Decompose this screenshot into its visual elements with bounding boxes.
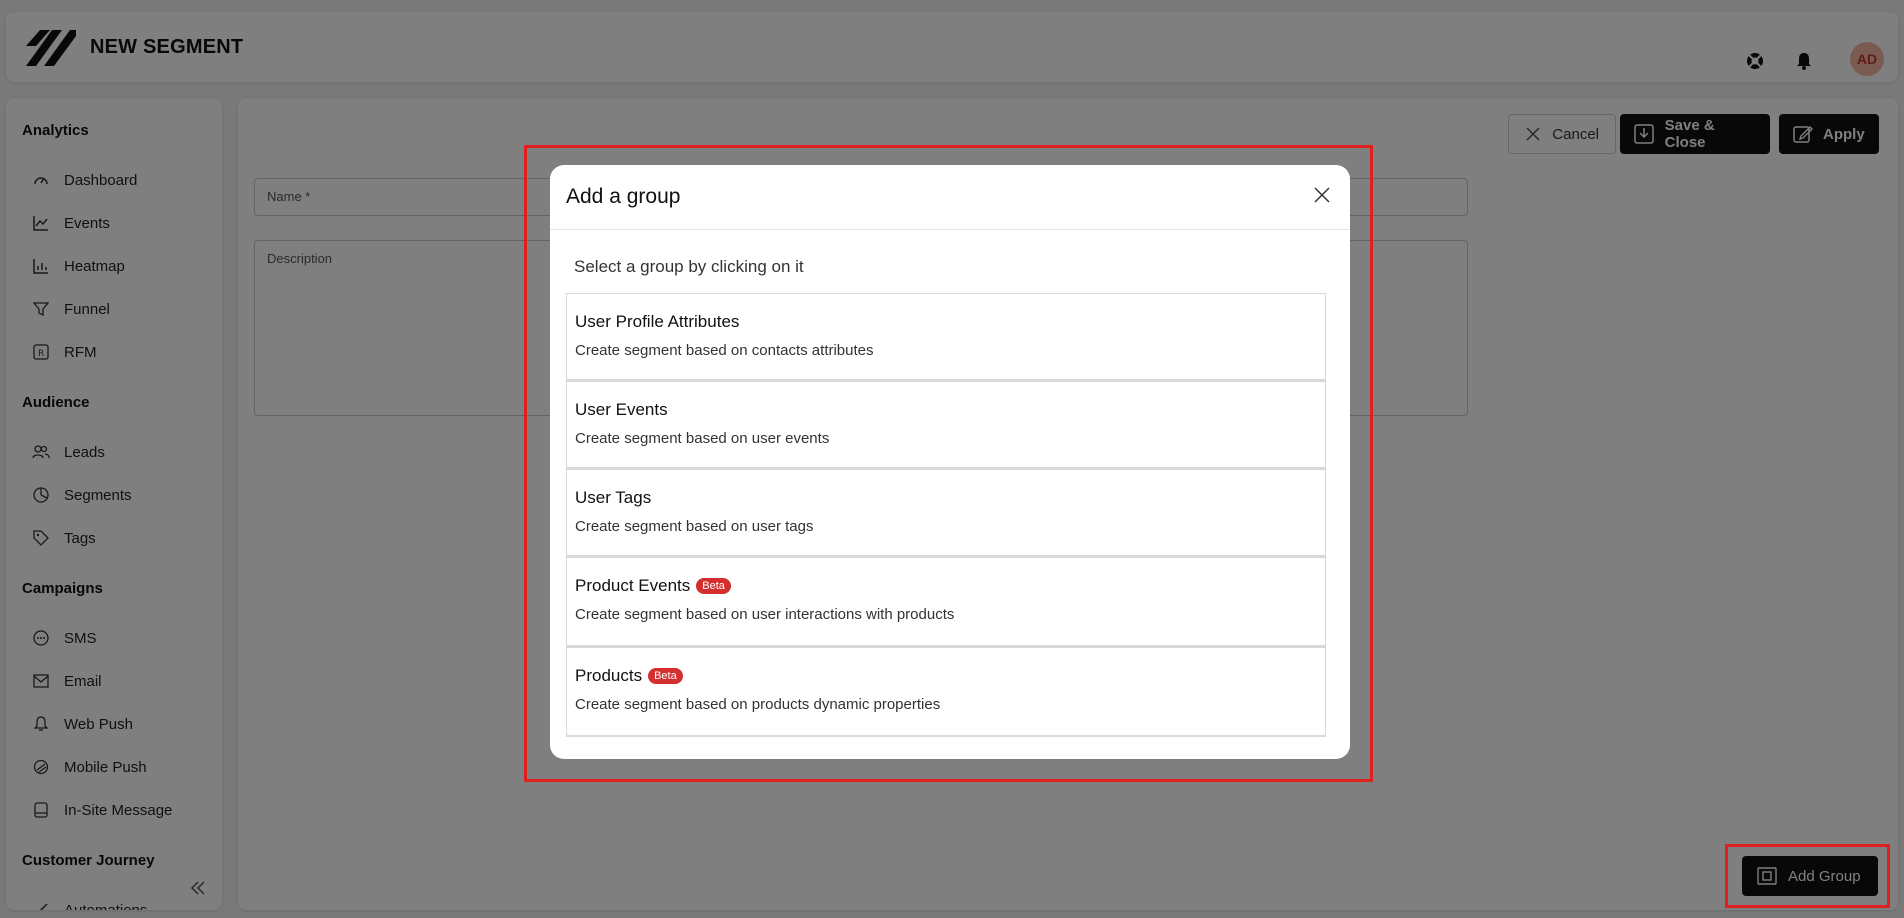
highlight-box-add-group [1725,844,1890,908]
highlight-box-modal [524,145,1373,782]
